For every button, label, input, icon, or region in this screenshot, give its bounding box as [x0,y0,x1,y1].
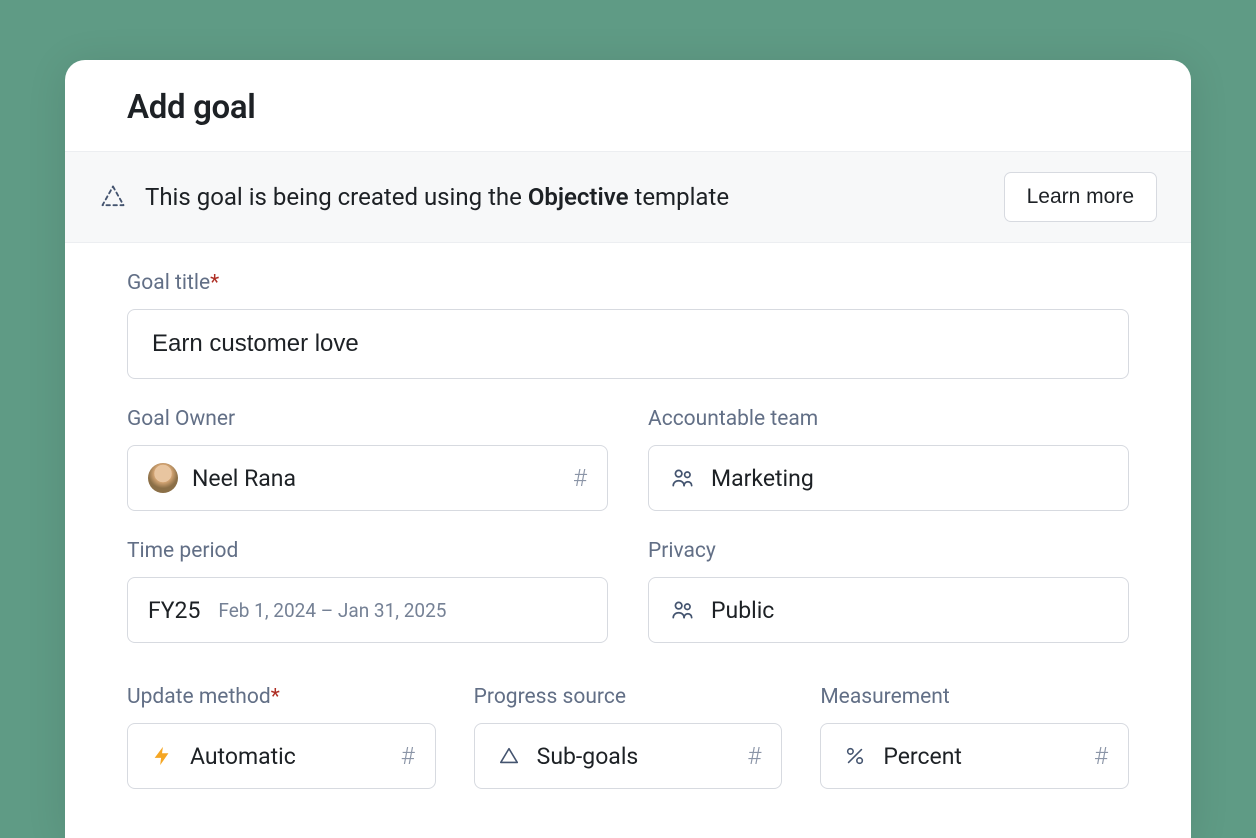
triangle-icon [495,742,523,770]
team-icon [669,464,697,492]
update-method-select[interactable]: Automatic # [127,723,436,789]
template-triangle-icon [99,183,127,211]
hash-icon: # [573,464,587,492]
goal-title-field: Goal title* [127,271,1129,379]
measurement-label: Measurement [820,685,1129,709]
time-period-value: FY25 [148,597,200,624]
progress-source-field: Progress source Sub-goals # [474,685,783,789]
goal-owner-label: Goal Owner [127,407,608,431]
update-method-label: Update method* [127,685,436,709]
goal-title-label: Goal title* [127,271,1129,295]
accountable-team-select[interactable]: Marketing [648,445,1129,511]
progress-source-label: Progress source [474,685,783,709]
time-period-field: Time period FY25 Feb 1, 2024 – Jan 31, 2… [127,539,608,643]
privacy-value: Public [711,597,774,624]
goal-owner-select[interactable]: Neel Rana # [127,445,608,511]
measurement-select[interactable]: Percent # [820,723,1129,789]
privacy-field: Privacy Public [648,539,1129,643]
time-period-select[interactable]: FY25 Feb 1, 2024 – Jan 31, 2025 [127,577,608,643]
accountable-team-value: Marketing [711,465,814,492]
privacy-select[interactable]: Public [648,577,1129,643]
form-body: Goal title* Goal Owner Neel Rana # Accou… [65,243,1191,789]
hash-icon: # [401,742,415,770]
avatar [148,463,178,493]
percent-icon [841,742,869,770]
modal-header: Add goal [65,60,1191,151]
goal-title-input[interactable] [127,309,1129,379]
template-banner: This goal is being created using the Obj… [65,151,1191,243]
accountable-team-label: Accountable team [648,407,1129,431]
lightning-icon [148,742,176,770]
hash-icon: # [747,742,761,770]
progress-source-value: Sub-goals [537,743,639,770]
privacy-label: Privacy [648,539,1129,563]
time-period-range: Feb 1, 2024 – Jan 31, 2025 [218,599,446,622]
goal-owner-value: Neel Rana [192,465,296,492]
time-period-label: Time period [127,539,608,563]
measurement-value: Percent [883,743,962,770]
progress-source-select[interactable]: Sub-goals # [474,723,783,789]
modal-title: Add goal [127,88,1129,127]
add-goal-modal: Add goal This goal is being created usin… [65,60,1191,838]
update-method-field: Update method* Automatic # [127,685,436,789]
update-method-value: Automatic [190,743,296,770]
learn-more-button[interactable]: Learn more [1004,172,1157,222]
goal-owner-field: Goal Owner Neel Rana # [127,407,608,511]
people-icon [669,596,697,624]
accountable-team-field: Accountable team Marketing [648,407,1129,511]
template-text: This goal is being created using the Obj… [145,183,729,211]
measurement-field: Measurement Percent # [820,685,1129,789]
hash-icon: # [1094,742,1108,770]
